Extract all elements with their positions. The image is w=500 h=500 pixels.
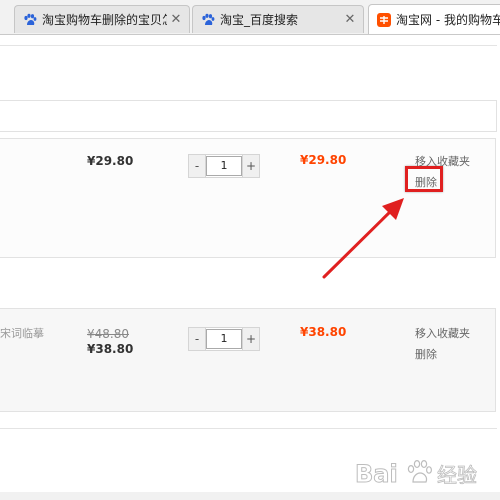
quantity-input[interactable]: 1 bbox=[206, 156, 242, 176]
tab-taobao-cart[interactable]: 淘宝网 - 我的购物车 bbox=[368, 4, 500, 34]
taobao-logo-icon bbox=[377, 12, 391, 27]
item-subtotal: ¥29.80 bbox=[300, 153, 347, 167]
decrease-button[interactable]: - bbox=[189, 155, 206, 177]
tab-title: 淘宝_百度搜索 bbox=[220, 13, 299, 27]
increase-button[interactable]: + bbox=[242, 155, 259, 177]
cart-header-bar bbox=[0, 100, 497, 132]
close-icon[interactable]: ✕ bbox=[167, 12, 185, 27]
decrease-button[interactable]: - bbox=[189, 328, 206, 350]
browser-tab-bar: 淘宝购物车删除的宝贝怎 ✕ 淘宝_百度搜索 ✕ 淘宝网 - 我的购物车 bbox=[0, 0, 500, 35]
move-to-favorites-link[interactable]: 移入收藏夹 bbox=[415, 325, 470, 341]
increase-button[interactable]: + bbox=[242, 328, 259, 350]
close-icon[interactable]: ✕ bbox=[341, 12, 359, 27]
quantity-input[interactable]: 1 bbox=[206, 329, 242, 349]
svg-text:经验: 经验 bbox=[437, 463, 477, 487]
delete-link[interactable]: 删除 bbox=[415, 346, 437, 362]
item-original-price: ¥48.80 bbox=[87, 327, 129, 341]
item-subtotal: ¥38.80 bbox=[300, 325, 347, 339]
divider bbox=[0, 428, 497, 429]
baidu-jingyan-watermark: Bai 经验 bbox=[355, 460, 477, 489]
quantity-stepper[interactable]: - 1 + bbox=[188, 327, 260, 351]
item-title[interactable]: 宋词临摹 bbox=[0, 325, 44, 341]
tab-title: 淘宝购物车删除的宝贝怎 bbox=[42, 13, 167, 27]
item-price: ¥38.80 bbox=[87, 342, 134, 356]
item-price: ¥29.80 bbox=[87, 154, 134, 168]
red-arrow-annotation bbox=[322, 198, 404, 279]
delete-highlight-box bbox=[405, 166, 443, 192]
baidu-paw-icon bbox=[24, 13, 37, 25]
tab-baidu-search[interactable]: 淘宝_百度搜索 ✕ bbox=[192, 5, 364, 33]
tab-taobao-delete-question[interactable]: 淘宝购物车删除的宝贝怎 ✕ bbox=[14, 5, 190, 33]
quantity-stepper[interactable]: - 1 + bbox=[188, 154, 260, 178]
svg-text:Bai: Bai bbox=[355, 460, 398, 488]
bottom-strip bbox=[0, 492, 500, 500]
tab-title: 淘宝网 - 我的购物车 bbox=[396, 13, 500, 27]
divider bbox=[0, 45, 497, 46]
baidu-paw-icon bbox=[202, 13, 215, 25]
